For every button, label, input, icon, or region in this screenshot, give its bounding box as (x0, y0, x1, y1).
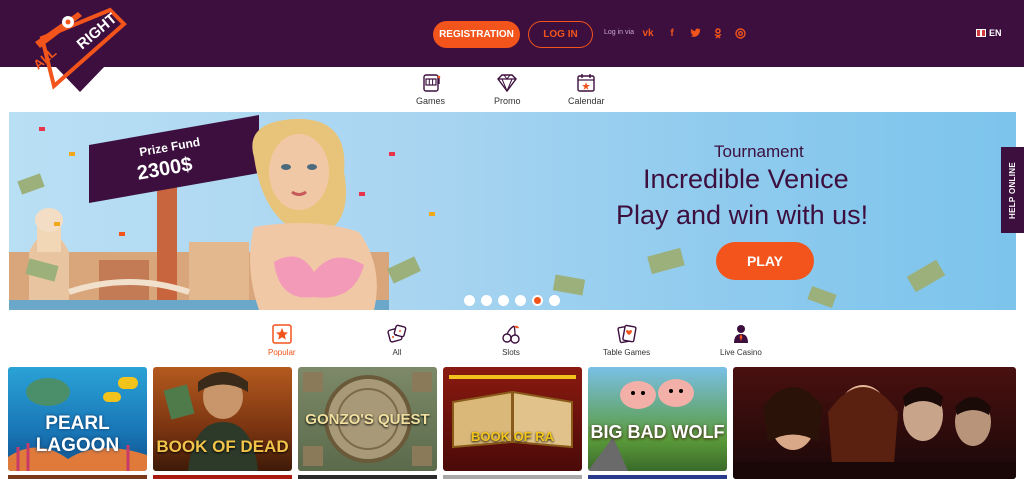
help-online-label: HELP ONLINE (1008, 161, 1017, 219)
game-title: GONZO'S QUEST (305, 411, 430, 428)
game-title: BOOK OF DEAD (156, 437, 289, 456)
login-button[interactable]: LOG IN (528, 21, 593, 48)
category-slots[interactable]: Slots (500, 323, 522, 357)
uk-flag-icon (976, 29, 986, 37)
nav-promo-label: Promo (494, 96, 521, 106)
game-tile-row2[interactable] (298, 475, 437, 479)
money-icon (552, 274, 586, 296)
play-button[interactable]: PLAY (716, 242, 814, 280)
cards-icon (616, 324, 637, 344)
nav-calendar-label: Calendar (568, 96, 605, 106)
category-live-casino[interactable]: Live Casino (720, 323, 762, 357)
twitter-icon[interactable] (688, 26, 702, 40)
game-art (588, 379, 694, 471)
language-label: EN (989, 28, 1002, 38)
carousel-dots (464, 295, 560, 306)
model-image (250, 118, 377, 310)
promo-banner[interactable]: Prize Fund 2300$ Tournament Incredible V… (9, 112, 1016, 310)
game-tile-big-bad-wolf[interactable]: BIG BAD WOLF (588, 367, 727, 471)
game-tile-row2[interactable] (588, 475, 727, 479)
cherry-icon (502, 325, 520, 344)
facebook-icon[interactable]: f (665, 26, 679, 40)
slot-machine-icon (422, 74, 440, 92)
category-all-label: All (392, 348, 402, 357)
dice-icon (387, 324, 407, 343)
game-tile-row2[interactable] (153, 475, 292, 479)
banner-title-line2: Play and win with us! (616, 200, 869, 230)
dealer-icon (733, 325, 748, 343)
carousel-dot[interactable] (498, 295, 509, 306)
money-icon (647, 247, 685, 275)
game-tile-pearl-lagoon[interactable]: PEARL LAGOON (8, 367, 147, 471)
money-icon (807, 285, 837, 309)
banner-subtitle: Tournament (714, 142, 804, 161)
banner-title: Incredible Venice (643, 164, 849, 194)
game-tile-book-of-ra[interactable]: BOOK OF RA (443, 367, 582, 471)
language-selector[interactable]: EN (976, 28, 1002, 38)
category-live-casino-label: Live Casino (720, 348, 762, 357)
mailru-icon[interactable] (733, 26, 747, 40)
game-tile-row2[interactable] (8, 475, 147, 479)
carousel-dot[interactable] (464, 295, 475, 306)
carousel-dot[interactable] (515, 295, 526, 306)
game-art (733, 385, 1016, 479)
registration-button[interactable]: REGISTRATION (433, 21, 520, 48)
nav-games[interactable]: Games (416, 73, 445, 106)
category-popular[interactable]: Popular (268, 323, 296, 357)
nav-promo[interactable]: Promo (494, 73, 521, 106)
money-icon (906, 259, 946, 293)
vk-icon[interactable]: vk (641, 26, 655, 40)
game-tile-row2[interactable] (443, 475, 582, 479)
category-table-games-label: Table Games (603, 348, 651, 357)
category-all[interactable]: All (386, 323, 408, 357)
odnoklassniki-icon[interactable] (711, 26, 725, 40)
logo[interactable]: RIGHT ALL (30, 4, 130, 94)
category-table-games[interactable]: Table Games (603, 323, 650, 357)
game-art (449, 375, 576, 449)
calendar-icon (577, 74, 595, 92)
game-tile-gonzos-quest[interactable]: GONZO'S QUEST (298, 367, 437, 471)
category-popular-label: Popular (268, 348, 296, 357)
star-icon (272, 324, 292, 344)
game-tile-featured[interactable] (733, 367, 1016, 479)
category-slots-label: Slots (502, 348, 520, 357)
game-title: PEARL LAGOON (35, 413, 120, 456)
header: RIGHT ALL REGISTRATION LOG IN Log in via… (0, 0, 1024, 92)
diamond-icon (497, 74, 518, 93)
login-via-label: Log in via (604, 29, 634, 36)
nav-games-label: Games (416, 96, 446, 106)
game-title: BOOK OF RA (470, 429, 555, 444)
carousel-dot[interactable] (481, 295, 492, 306)
carousel-dot[interactable] (549, 295, 560, 306)
nav-calendar[interactable]: Calendar (568, 73, 605, 106)
help-online-tab[interactable]: HELP ONLINE (1001, 147, 1024, 233)
game-tile-book-of-dead[interactable]: BOOK OF DEAD (153, 367, 292, 471)
carousel-dot-active[interactable] (532, 295, 543, 306)
game-title: BIG BAD WOLF (590, 422, 725, 442)
